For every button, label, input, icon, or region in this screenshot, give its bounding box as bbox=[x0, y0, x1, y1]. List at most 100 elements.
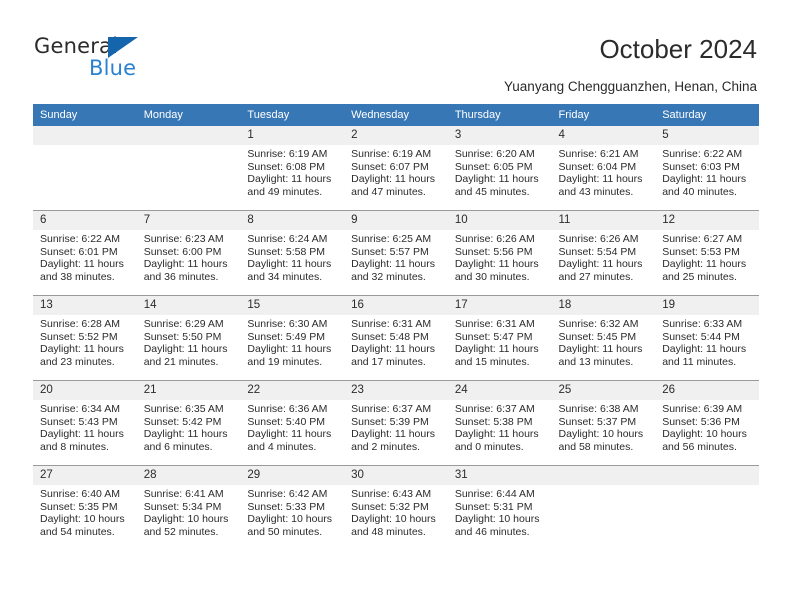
calendar-day-cell[interactable]: 6 Sunrise: 6:22 AM Sunset: 6:01 PM Daylight… bbox=[33, 210, 137, 296]
calendar-day-cell[interactable]: 9 Sunrise: 6:25 AM Sunset: 5:57 PM Daylight… bbox=[344, 210, 448, 296]
daylight-text-line2: and 11 minutes. bbox=[662, 355, 737, 368]
calendar-day-cell[interactable]: 10 Sunrise: 6:26 AM Sunset: 5:56 PM Dayligh… bbox=[447, 210, 552, 296]
sunrise-text: Sunrise: 6:22 AM bbox=[662, 148, 743, 160]
page-subtitle-location: Yuanyang Chengguanzhen, Henan, China bbox=[504, 79, 757, 94]
calendar-day-cell[interactable]: 25 Sunrise: 6:38 AM Sunset: 5:37 PM Dayligh… bbox=[551, 380, 656, 466]
daylight-text-line2: and 40 minutes. bbox=[662, 185, 737, 198]
daylight-text-line1: Daylight: 11 hours bbox=[662, 258, 747, 271]
calendar-day-cell[interactable]: 31 Sunrise: 6:44 AM Sunset: 5:31 PM Dayligh… bbox=[447, 465, 552, 550]
sunset-text: Sunset: 5:32 PM bbox=[351, 500, 429, 513]
daylight-text-line2: and 21 minutes. bbox=[143, 355, 219, 368]
day-number: 18 bbox=[551, 296, 656, 315]
day-number: 14 bbox=[136, 296, 241, 315]
calendar-day-cell[interactable]: 20 Sunrise: 6:34 AM Sunset: 5:43 PM Dayligh… bbox=[33, 380, 137, 466]
daylight-text-line1: Daylight: 11 hours bbox=[558, 173, 643, 186]
calendar-day-cell[interactable]: 26 Sunrise: 6:39 AM Sunset: 5:36 PM Dayligh… bbox=[655, 380, 759, 466]
sunset-text: Sunset: 6:03 PM bbox=[662, 160, 740, 173]
calendar-week-row: 20 Sunrise: 6:34 AM Sunset: 5:43 PM Dayligh… bbox=[33, 380, 759, 466]
sunset-text: Sunset: 5:42 PM bbox=[143, 415, 222, 428]
calendar-day-cell[interactable]: 12 Sunrise: 6:27 AM Sunset: 5:53 PM Dayligh… bbox=[655, 210, 759, 296]
sunrise-text: Sunrise: 6:35 AM bbox=[143, 403, 224, 415]
day-details: Sunrise: 6:37 AM Sunset: 5:38 PM Daylight:… bbox=[448, 400, 552, 453]
general-blue-logo[interactable]: General Blue bbox=[34, 34, 214, 82]
page-header: General Blue October 2024 Yuanyang Cheng… bbox=[0, 0, 792, 104]
daylight-text-line1: Daylight: 10 hours bbox=[558, 428, 644, 441]
daylight-text-line1: Daylight: 11 hours bbox=[351, 428, 435, 441]
daylight-text-line1: Daylight: 11 hours bbox=[143, 258, 228, 271]
calendar-day-cell[interactable]: 8 Sunrise: 6:24 AM Sunset: 5:58 PM Daylight… bbox=[240, 210, 345, 296]
daylight-text-line1: Daylight: 11 hours bbox=[351, 343, 435, 356]
sunrise-text: Sunrise: 6:23 AM bbox=[143, 233, 224, 245]
calendar-day-cell[interactable]: 14 Sunrise: 6:29 AM Sunset: 5:50 PM Dayligh… bbox=[136, 295, 241, 381]
daylight-text-line2: and 25 minutes. bbox=[662, 270, 737, 283]
calendar-day-cell[interactable]: 5 Sunrise: 6:22 AM Sunset: 6:03 PM Daylight… bbox=[655, 126, 759, 211]
calendar-day-cell[interactable]: 19 Sunrise: 6:33 AM Sunset: 5:44 PM Dayligh… bbox=[655, 295, 759, 381]
sunrise-text: Sunrise: 6:28 AM bbox=[40, 318, 120, 330]
calendar-day-cell[interactable]: 21 Sunrise: 6:35 AM Sunset: 5:42 PM Dayligh… bbox=[136, 380, 241, 466]
daylight-text-line2: and 50 minutes. bbox=[247, 525, 323, 538]
calendar-day-cell[interactable]: 2 Sunrise: 6:19 AM Sunset: 6:07 PM Daylight… bbox=[344, 126, 448, 211]
calendar-week-row: 13 Sunrise: 6:28 AM Sunset: 5:52 PM Dayligh… bbox=[33, 295, 759, 381]
calendar-day-cell[interactable]: 23 Sunrise: 6:37 AM Sunset: 5:39 PM Dayligh… bbox=[344, 380, 448, 466]
calendar-day-cell[interactable]: 22 Sunrise: 6:36 AM Sunset: 5:40 PM Dayligh… bbox=[240, 380, 345, 466]
logo-word-blue: Blue bbox=[89, 56, 137, 80]
day-number: 11 bbox=[551, 211, 656, 230]
daylight-text-line1: Daylight: 11 hours bbox=[454, 258, 539, 271]
sunrise-text: Sunrise: 6:32 AM bbox=[558, 318, 639, 330]
day-details: Sunrise: 6:32 AM Sunset: 5:45 PM Daylight:… bbox=[552, 315, 656, 368]
daylight-text-line2: and 32 minutes. bbox=[351, 270, 426, 283]
sunrise-text: Sunrise: 6:26 AM bbox=[558, 233, 639, 245]
day-details: Sunrise: 6:31 AM Sunset: 5:47 PM Daylight:… bbox=[448, 315, 552, 368]
day-details: Sunrise: 6:38 AM Sunset: 5:37 PM Daylight:… bbox=[552, 400, 656, 453]
calendar-day-cell[interactable]: 15 Sunrise: 6:30 AM Sunset: 5:49 PM Dayligh… bbox=[240, 295, 345, 381]
daylight-text-line2: and 47 minutes. bbox=[351, 185, 426, 198]
day-number: 12 bbox=[655, 211, 759, 230]
weekday-header-saturday: Saturday bbox=[655, 104, 759, 126]
day-details: Sunrise: 6:40 AM Sunset: 5:35 PM Daylight:… bbox=[33, 485, 137, 538]
sunrise-text: Sunrise: 6:31 AM bbox=[454, 318, 535, 330]
day-number: 27 bbox=[33, 466, 137, 485]
daylight-text-line2: and 6 minutes. bbox=[143, 440, 213, 453]
calendar-day-cell[interactable]: 1 Sunrise: 6:19 AM Sunset: 6:08 PM Daylight… bbox=[240, 126, 345, 211]
calendar-day-cell[interactable]: 16 Sunrise: 6:31 AM Sunset: 5:48 PM Dayligh… bbox=[344, 295, 448, 381]
daylight-text-line1: Daylight: 11 hours bbox=[40, 343, 124, 356]
weekday-header-tuesday: Tuesday bbox=[240, 104, 345, 126]
daylight-text-line1: Daylight: 11 hours bbox=[247, 343, 332, 356]
day-details: Sunrise: 6:25 AM Sunset: 5:57 PM Daylight:… bbox=[344, 230, 448, 283]
daylight-text-line1: Daylight: 11 hours bbox=[143, 428, 228, 441]
calendar-day-cell[interactable]: 24 Sunrise: 6:37 AM Sunset: 5:38 PM Dayligh… bbox=[447, 380, 552, 466]
calendar-day-cell[interactable]: 13 Sunrise: 6:28 AM Sunset: 5:52 PM Dayligh… bbox=[33, 295, 137, 381]
calendar-day-cell[interactable]: 29 Sunrise: 6:42 AM Sunset: 5:33 PM Dayligh… bbox=[240, 465, 345, 550]
daylight-text-line2: and 38 minutes. bbox=[40, 270, 115, 283]
sunrise-text: Sunrise: 6:19 AM bbox=[247, 148, 328, 160]
calendar-day-cell[interactable]: 27 Sunrise: 6:40 AM Sunset: 5:35 PM Dayligh… bbox=[33, 465, 137, 550]
day-details: Sunrise: 6:31 AM Sunset: 5:48 PM Daylight:… bbox=[344, 315, 448, 368]
daylight-text-line2: and 0 minutes. bbox=[454, 440, 524, 453]
day-number bbox=[33, 126, 137, 145]
calendar-day-cell[interactable]: 30 Sunrise: 6:43 AM Sunset: 5:32 PM Dayligh… bbox=[344, 465, 448, 550]
calendar-day-cell[interactable]: 3 Sunrise: 6:20 AM Sunset: 6:05 PM Daylight… bbox=[447, 126, 552, 211]
day-number: 10 bbox=[447, 211, 552, 230]
calendar-day-cell[interactable]: 28 Sunrise: 6:41 AM Sunset: 5:34 PM Dayligh… bbox=[136, 465, 241, 550]
weekday-header-thursday: Thursday bbox=[447, 104, 552, 126]
weekday-header-monday: Monday bbox=[136, 104, 241, 126]
calendar-day-cell[interactable]: 11 Sunrise: 6:26 AM Sunset: 5:54 PM Dayligh… bbox=[551, 210, 656, 296]
sunset-text: Sunset: 5:38 PM bbox=[454, 415, 533, 428]
daylight-text-line2: and 30 minutes. bbox=[454, 270, 530, 283]
calendar-day-cell[interactable]: 7 Sunrise: 6:23 AM Sunset: 6:00 PM Daylight… bbox=[136, 210, 241, 296]
blue-triangle-icon bbox=[108, 37, 138, 58]
calendar-empty-cell bbox=[655, 465, 759, 550]
day-details: Sunrise: 6:29 AM Sunset: 5:50 PM Daylight:… bbox=[137, 315, 241, 368]
calendar-day-cell[interactable]: 17 Sunrise: 6:31 AM Sunset: 5:47 PM Dayligh… bbox=[447, 295, 552, 381]
sunrise-text: Sunrise: 6:36 AM bbox=[247, 403, 328, 415]
calendar-day-cell[interactable]: 18 Sunrise: 6:32 AM Sunset: 5:45 PM Dayligh… bbox=[551, 295, 656, 381]
calendar-day-cell[interactable]: 4 Sunrise: 6:21 AM Sunset: 6:04 PM Daylight… bbox=[551, 126, 656, 211]
logo-word-general: General bbox=[34, 34, 119, 58]
daylight-text-line2: and 8 minutes. bbox=[40, 440, 109, 453]
sunset-text: Sunset: 5:45 PM bbox=[558, 330, 637, 343]
calendar-empty-cell bbox=[33, 126, 137, 211]
calendar-grid: Sunday Monday Tuesday Wednesday Thursday Frid… bbox=[33, 104, 759, 550]
daylight-text-line1: Daylight: 10 hours bbox=[247, 513, 333, 526]
day-details: Sunrise: 6:44 AM Sunset: 5:31 PM Daylight:… bbox=[448, 485, 552, 538]
daylight-text-line2: and 56 minutes. bbox=[662, 440, 737, 453]
